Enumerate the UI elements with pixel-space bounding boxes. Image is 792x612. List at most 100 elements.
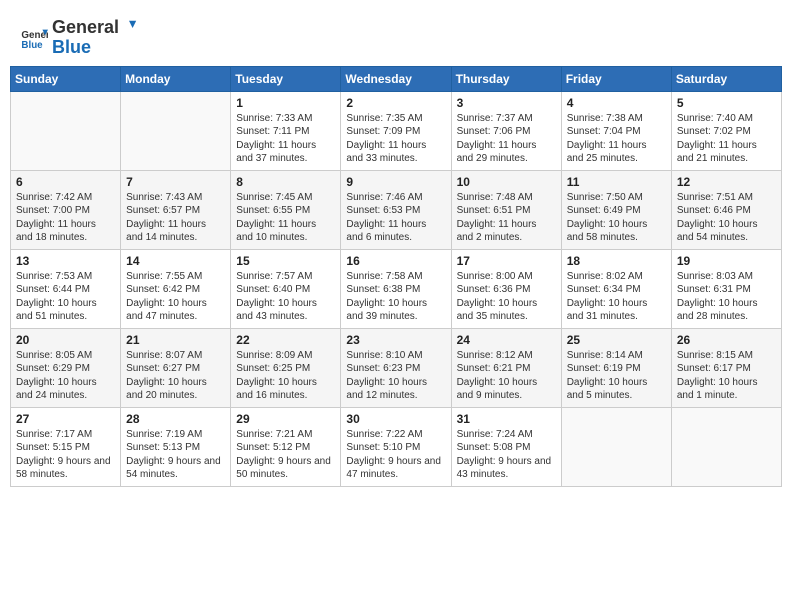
day-info: Sunrise: 8:15 AM Sunset: 6:17 PM Dayligh… — [677, 349, 776, 403]
day-number: 17 — [457, 254, 556, 268]
day-number: 23 — [346, 333, 445, 347]
calendar-cell: 6 Sunrise: 7:42 AM Sunset: 7:00 PM Daylig… — [11, 170, 121, 249]
day-info: Sunrise: 7:22 AM Sunset: 5:10 PM Dayligh… — [346, 428, 445, 482]
day-info: Sunrise: 8:02 AM Sunset: 6:34 PM Dayligh… — [567, 270, 666, 324]
day-number: 12 — [677, 175, 776, 189]
calendar-cell: 9 Sunrise: 7:46 AM Sunset: 6:53 PM Daylig… — [341, 170, 451, 249]
day-number: 27 — [16, 412, 115, 426]
day-number: 29 — [236, 412, 335, 426]
day-info: Sunrise: 7:21 AM Sunset: 5:12 PM Dayligh… — [236, 428, 335, 482]
day-info: Sunrise: 7:51 AM Sunset: 6:46 PM Dayligh… — [677, 191, 776, 245]
day-info: Sunrise: 7:24 AM Sunset: 5:08 PM Dayligh… — [457, 428, 556, 482]
day-of-week-header: Wednesday — [341, 66, 451, 91]
day-info: Sunrise: 7:40 AM Sunset: 7:02 PM Dayligh… — [677, 112, 776, 166]
day-info: Sunrise: 7:19 AM Sunset: 5:13 PM Dayligh… — [126, 428, 225, 482]
logo: General Blue General Blue — [20, 18, 139, 58]
day-number: 1 — [236, 96, 335, 110]
day-info: Sunrise: 8:03 AM Sunset: 6:31 PM Dayligh… — [677, 270, 776, 324]
day-of-week-header: Thursday — [451, 66, 561, 91]
day-info: Sunrise: 7:53 AM Sunset: 6:44 PM Dayligh… — [16, 270, 115, 324]
calendar-cell: 10Sunrise: 7:48 AM Sunset: 6:51 PM Dayli… — [451, 170, 561, 249]
day-info: Sunrise: 8:09 AM Sunset: 6:25 PM Dayligh… — [236, 349, 335, 403]
calendar-cell: 8Sunrise: 7:45 AM Sunset: 6:55 PM Daylig… — [231, 170, 341, 249]
calendar-cell: 2 Sunrise: 7:35 AM Sunset: 7:09 PM Daylig… — [341, 91, 451, 170]
day-info: Sunrise: 7:57 AM Sunset: 6:40 PM Dayligh… — [236, 270, 335, 324]
day-number: 28 — [126, 412, 225, 426]
day-number: 22 — [236, 333, 335, 347]
day-info: Sunrise: 7:37 AM Sunset: 7:06 PM Dayligh… — [457, 112, 556, 166]
day-info: Sunrise: 7:55 AM Sunset: 6:42 PM Dayligh… — [126, 270, 225, 324]
day-number: 7 — [126, 175, 225, 189]
day-number: 9 — [346, 175, 445, 189]
header: General Blue General Blue — [10, 10, 782, 58]
day-info: Sunrise: 7:38 AM Sunset: 7:04 PM Dayligh… — [567, 112, 666, 166]
day-number: 11 — [567, 175, 666, 189]
calendar-cell — [671, 407, 781, 486]
day-number: 5 — [677, 96, 776, 110]
calendar-cell: 21Sunrise: 8:07 AM Sunset: 6:27 PM Dayli… — [121, 328, 231, 407]
calendar-cell: 13 Sunrise: 7:53 AM Sunset: 6:44 PM Dayli… — [11, 249, 121, 328]
day-number: 2 — [346, 96, 445, 110]
day-info: Sunrise: 7:45 AM Sunset: 6:55 PM Dayligh… — [236, 191, 335, 245]
day-number: 13 — [16, 254, 115, 268]
calendar-cell: 19 Sunrise: 8:03 AM Sunset: 6:31 PM Dayli… — [671, 249, 781, 328]
calendar-cell — [121, 91, 231, 170]
day-of-week-header: Sunday — [11, 66, 121, 91]
day-info: Sunrise: 8:10 AM Sunset: 6:23 PM Dayligh… — [346, 349, 445, 403]
calendar-cell: 24 Sunrise: 8:12 AM Sunset: 6:21 PM Dayli… — [451, 328, 561, 407]
calendar-cell: 15 Sunrise: 7:57 AM Sunset: 6:40 PM Dayli… — [231, 249, 341, 328]
day-number: 24 — [457, 333, 556, 347]
day-number: 14 — [126, 254, 225, 268]
day-number: 20 — [16, 333, 115, 347]
calendar-cell: 3 Sunrise: 7:37 AM Sunset: 7:06 PM Daylig… — [451, 91, 561, 170]
calendar-cell: 30 Sunrise: 7:22 AM Sunset: 5:10 PM Dayli… — [341, 407, 451, 486]
calendar-cell: 4 Sunrise: 7:38 AM Sunset: 7:04 PM Daylig… — [561, 91, 671, 170]
calendar-cell: 17 Sunrise: 8:00 AM Sunset: 6:36 PM Dayli… — [451, 249, 561, 328]
calendar-cell: 14 Sunrise: 7:55 AM Sunset: 6:42 PM Dayli… — [121, 249, 231, 328]
day-info: Sunrise: 8:14 AM Sunset: 6:19 PM Dayligh… — [567, 349, 666, 403]
day-info: Sunrise: 7:33 AM Sunset: 7:11 PM Dayligh… — [236, 112, 335, 166]
calendar-cell: 20 Sunrise: 8:05 AM Sunset: 6:29 PM Dayli… — [11, 328, 121, 407]
day-number: 21 — [126, 333, 225, 347]
calendar-cell: 27Sunrise: 7:17 AM Sunset: 5:15 PM Dayli… — [11, 407, 121, 486]
day-info: Sunrise: 7:42 AM Sunset: 7:00 PM Dayligh… — [16, 191, 115, 245]
calendar-cell: 26 Sunrise: 8:15 AM Sunset: 6:17 PM Dayli… — [671, 328, 781, 407]
calendar-cell: 18 Sunrise: 8:02 AM Sunset: 6:34 PM Dayli… — [561, 249, 671, 328]
calendar-cell — [11, 91, 121, 170]
day-number: 18 — [567, 254, 666, 268]
calendar-cell: 28 Sunrise: 7:19 AM Sunset: 5:13 PM Dayli… — [121, 407, 231, 486]
day-info: Sunrise: 7:43 AM Sunset: 6:57 PM Dayligh… — [126, 191, 225, 245]
svg-text:Blue: Blue — [21, 40, 43, 51]
day-info: Sunrise: 8:05 AM Sunset: 6:29 PM Dayligh… — [16, 349, 115, 403]
calendar-cell: 22 Sunrise: 8:09 AM Sunset: 6:25 PM Dayli… — [231, 328, 341, 407]
calendar-cell: 11Sunrise: 7:50 AM Sunset: 6:49 PM Dayli… — [561, 170, 671, 249]
day-number: 10 — [457, 175, 556, 189]
day-number: 15 — [236, 254, 335, 268]
day-number: 19 — [677, 254, 776, 268]
calendar: SundayMondayTuesdayWednesdayThursdayFrid… — [10, 66, 782, 487]
day-of-week-header: Friday — [561, 66, 671, 91]
day-of-week-header: Saturday — [671, 66, 781, 91]
calendar-cell: 16Sunrise: 7:58 AM Sunset: 6:38 PM Dayli… — [341, 249, 451, 328]
calendar-cell: 1 Sunrise: 7:33 AM Sunset: 7:11 PM Daylig… — [231, 91, 341, 170]
day-number: 3 — [457, 96, 556, 110]
calendar-cell: 29 Sunrise: 7:21 AM Sunset: 5:12 PM Dayli… — [231, 407, 341, 486]
day-number: 6 — [16, 175, 115, 189]
calendar-cell: 7 Sunrise: 7:43 AM Sunset: 6:57 PM Daylig… — [121, 170, 231, 249]
day-number: 25 — [567, 333, 666, 347]
day-info: Sunrise: 7:46 AM Sunset: 6:53 PM Dayligh… — [346, 191, 445, 245]
calendar-cell: 5 Sunrise: 7:40 AM Sunset: 7:02 PM Daylig… — [671, 91, 781, 170]
day-number: 26 — [677, 333, 776, 347]
day-number: 4 — [567, 96, 666, 110]
day-of-week-header: Tuesday — [231, 66, 341, 91]
day-info: Sunrise: 8:00 AM Sunset: 6:36 PM Dayligh… — [457, 270, 556, 324]
calendar-cell: 12 Sunrise: 7:51 AM Sunset: 6:46 PM Dayli… — [671, 170, 781, 249]
calendar-cell: 25 Sunrise: 8:14 AM Sunset: 6:19 PM Dayli… — [561, 328, 671, 407]
day-of-week-header: Monday — [121, 66, 231, 91]
day-number: 16 — [346, 254, 445, 268]
calendar-cell — [561, 407, 671, 486]
day-info: Sunrise: 8:12 AM Sunset: 6:21 PM Dayligh… — [457, 349, 556, 403]
day-info: Sunrise: 7:35 AM Sunset: 7:09 PM Dayligh… — [346, 112, 445, 166]
day-number: 31 — [457, 412, 556, 426]
day-number: 30 — [346, 412, 445, 426]
